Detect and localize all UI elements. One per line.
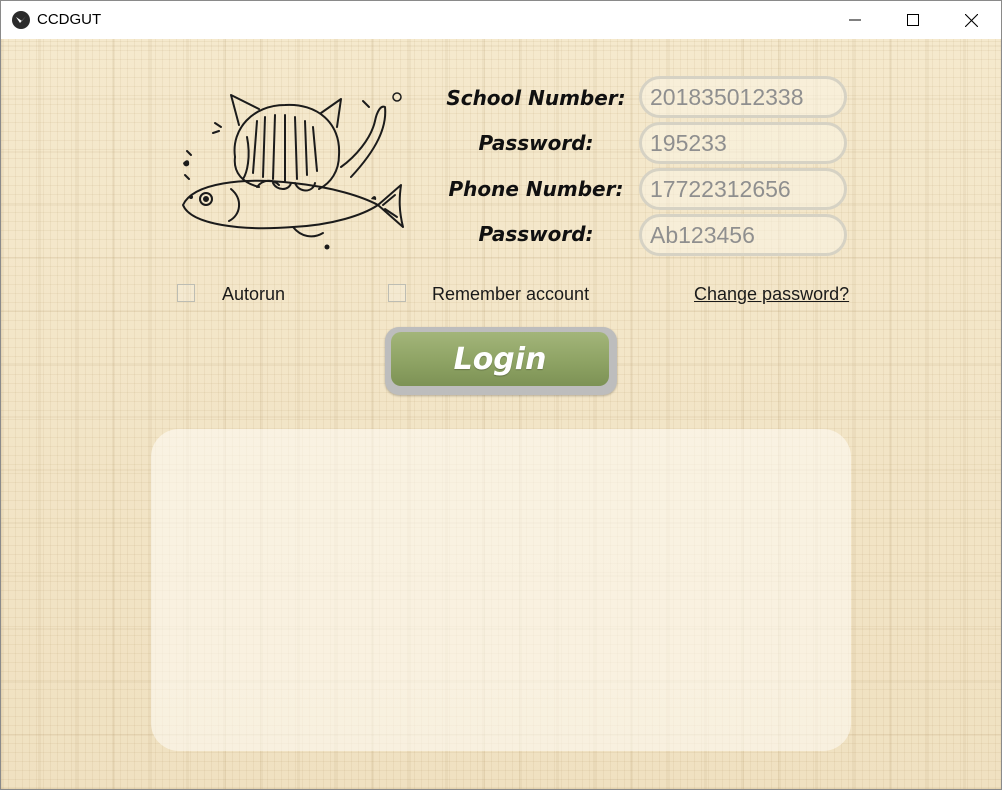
- remember-account-checkbox[interactable]: [388, 284, 406, 302]
- minimize-button[interactable]: [826, 1, 884, 39]
- phone-number-label: Phone Number:: [448, 177, 624, 201]
- close-button[interactable]: [942, 1, 1000, 39]
- school-password-label: Password:: [478, 131, 594, 155]
- title-bar: CCDGUT: [1, 1, 1001, 39]
- main-content: School Number: 201835012338 Password: 19…: [1, 39, 1001, 789]
- autorun-checkbox[interactable]: [177, 284, 195, 302]
- change-password-link[interactable]: Change password?: [694, 284, 849, 305]
- autorun-label: Autorun: [222, 284, 286, 304]
- phone-password-input[interactable]: Ab123456: [639, 214, 847, 256]
- school-number-input[interactable]: 201835012338: [639, 76, 847, 118]
- output-panel: [151, 429, 851, 751]
- maximize-button[interactable]: [884, 1, 942, 39]
- minimize-icon: [849, 19, 861, 21]
- phone-number-input[interactable]: 17722312656: [639, 168, 847, 210]
- login-button-frame: Login: [385, 327, 617, 395]
- phone-password-label: Password:: [478, 222, 594, 246]
- login-button[interactable]: Login: [391, 332, 609, 386]
- remember-account-label: Remember account: [432, 284, 590, 304]
- cat-on-fish-illustration: [182, 92, 404, 250]
- school-number-label: School Number:: [446, 86, 626, 110]
- app-window: CCDGUT School Number: 201835012338 Passw…: [0, 0, 1002, 790]
- school-password-input[interactable]: 195233: [639, 122, 847, 164]
- close-icon: [964, 13, 978, 27]
- kivy-logo-icon: [12, 11, 30, 29]
- window-title: CCDGUT: [37, 11, 102, 28]
- maximize-icon: [907, 14, 919, 26]
